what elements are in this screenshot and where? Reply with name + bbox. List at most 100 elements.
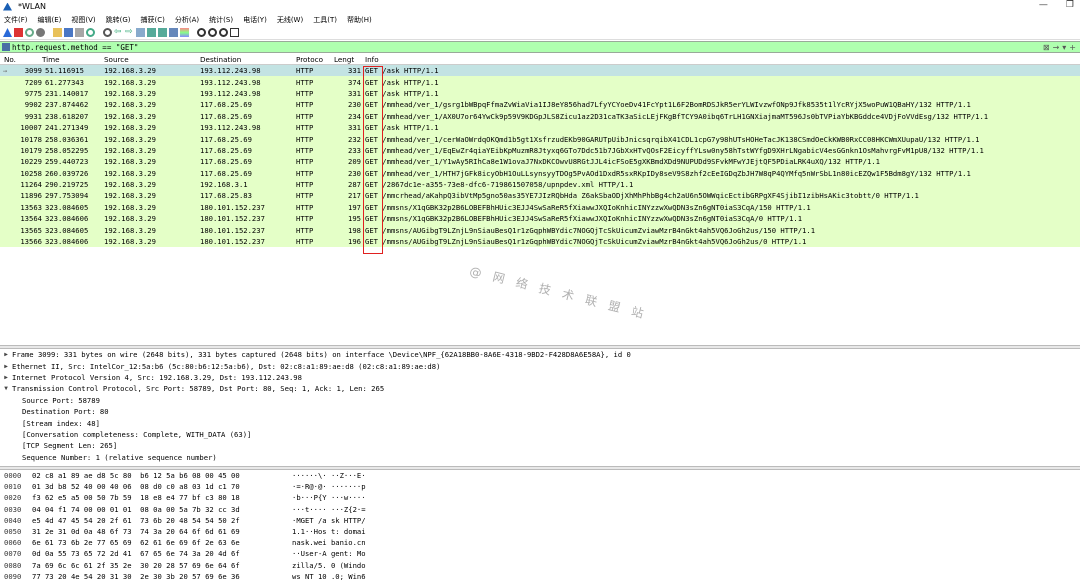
packet-row[interactable]: 10258 260.039726 192.168.3.29 117.68.25.69 H… xyxy=(0,167,1080,179)
detail-row[interactable]: [Conversation completeness: Complete, WI… xyxy=(0,429,1080,440)
hex-row[interactable]: 0040 e5 4d 47 45 54 20 2f 61 73 6b 20 48 … xyxy=(0,515,1080,526)
menu-item[interactable]: 工具(T) xyxy=(313,15,337,25)
detail-row[interactable]: ▶ Ethernet II, Src: IntelCor_12:5a:b6 (5c… xyxy=(0,360,1080,371)
packet-length: 232 xyxy=(348,134,361,144)
hex-bytes: 02 c8 a1 89 ae d8 5c 80 b6 12 5a b6 08 0… xyxy=(32,471,240,481)
add-filter-button-icon[interactable]: + xyxy=(1069,43,1076,52)
last-packet-icon[interactable] xyxy=(158,28,167,37)
hex-ascii: ···t···· ···Z{2·= xyxy=(292,504,366,514)
packet-info: GET /mmhead/ver_1/Y1wAy5RIhCa8e1W1ovaJ7N… xyxy=(365,157,880,167)
packet-row[interactable]: 10229 259.440723 192.168.3.29 117.68.25.69 H… xyxy=(0,156,1080,168)
collapsed-arrow-icon[interactable]: ▶ xyxy=(0,374,12,381)
packet-row[interactable]: 13564 323.084606 192.168.3.29 180.101.152.2… xyxy=(0,213,1080,225)
detail-row[interactable]: ▶ Internet Protocol Version 4, Src: 192.1… xyxy=(0,372,1080,383)
zoom-reset-icon[interactable] xyxy=(219,28,228,37)
start-capture-icon[interactable] xyxy=(3,28,12,37)
hex-row[interactable]: 0000 02 c8 a1 89 ae d8 5c 80 b6 12 5a b6 … xyxy=(0,470,1080,481)
go-back-icon[interactable]: ⇦ xyxy=(114,28,123,37)
hex-ascii: ······\· ··Z···E· xyxy=(292,471,366,481)
packet-row[interactable]: 11264 290.219725 192.168.3.29 192.168.3.1 HT… xyxy=(0,178,1080,191)
packet-row[interactable]: 10178 258.036361 192.168.3.29 117.68.25.69 H… xyxy=(0,133,1080,145)
autoscroll-icon[interactable] xyxy=(169,28,178,37)
open-file-icon[interactable] xyxy=(53,28,62,37)
apply-filter-icon[interactable]: → xyxy=(1053,43,1060,52)
menu-item[interactable]: 文件(F) xyxy=(4,15,28,25)
menu-item[interactable]: 统计(S) xyxy=(209,15,233,25)
packet-time: 231.140017 xyxy=(45,88,89,98)
column-header-protocol[interactable]: Protoco xyxy=(296,55,334,64)
hex-row[interactable]: 0020 f3 62 e5 a5 00 50 7b 59 18 e8 e4 77 … xyxy=(0,492,1080,503)
menu-item[interactable]: 帮助(H) xyxy=(347,15,372,25)
packet-row[interactable]: 9775 231.140017 192.168.3.29 193.112.243.98… xyxy=(0,87,1080,100)
packet-row[interactable]: 10007 241.271349 192.168.3.29 193.112.243.9… xyxy=(0,121,1080,134)
menu-item[interactable]: 无线(W) xyxy=(277,15,303,25)
packet-row[interactable]: 7209 61.277343 192.168.3.29 193.112.243.98 H… xyxy=(0,76,1080,88)
packet-time: 258.036361 xyxy=(45,134,89,144)
column-header-source[interactable]: Source xyxy=(104,55,200,64)
title-bar: *WLAN — ❐ xyxy=(0,0,1080,13)
column-header-no[interactable]: No. xyxy=(0,55,42,64)
close-file-icon[interactable] xyxy=(75,28,84,37)
colorize-icon[interactable] xyxy=(180,28,189,37)
restore-icon[interactable]: ❐ xyxy=(1066,0,1074,10)
zoom-in-icon[interactable] xyxy=(197,28,206,37)
packet-row[interactable]: 10179 258.052295 192.168.3.29 117.68.25.69 H… xyxy=(0,144,1080,157)
column-header-length[interactable]: Lengt xyxy=(334,55,362,64)
hex-row[interactable]: 0010 01 3d b8 52 40 00 40 06 08 d0 c0 a8 … xyxy=(0,481,1080,492)
detail-row[interactable]: Sequence Number: 1 (relative sequence nu… xyxy=(0,452,1080,463)
find-packet-icon[interactable] xyxy=(103,28,112,37)
menu-item[interactable]: 捕获(C) xyxy=(141,15,165,25)
capture-options-icon[interactable] xyxy=(36,28,45,37)
packet-row[interactable]: 9902 237.874462 192.168.3.29 117.68.25.69 HT… xyxy=(0,99,1080,111)
packet-protocol: HTTP xyxy=(296,168,314,178)
first-packet-icon[interactable] xyxy=(147,28,156,37)
menu-item[interactable]: 视图(V) xyxy=(71,15,95,25)
packet-row[interactable]: 13563 323.084605 192.168.3.29 180.101.152.2… xyxy=(0,201,1080,214)
collapsed-arrow-icon[interactable]: ▶ xyxy=(0,363,12,370)
packet-row[interactable]: 13565 323.084605 192.168.3.29 180.101.152.2… xyxy=(0,224,1080,236)
detail-row[interactable]: ▼ Transmission Control Protocol, Src Port… xyxy=(0,383,1080,394)
stop-capture-icon[interactable] xyxy=(14,28,23,37)
go-forward-icon[interactable]: ⇨ xyxy=(125,28,134,37)
display-filter-input[interactable]: http.request.method == "GET" xyxy=(12,43,1043,52)
column-header-info[interactable]: Info xyxy=(362,55,1080,64)
go-to-packet-icon[interactable] xyxy=(136,28,145,37)
hex-bytes: 6e 61 73 6b 2e 77 65 69 62 61 6e 69 6f 2… xyxy=(32,538,240,548)
minimize-icon[interactable]: — xyxy=(1039,0,1048,10)
zoom-out-icon[interactable] xyxy=(208,28,217,37)
packet-length: 198 xyxy=(348,225,361,235)
packet-row[interactable]: 11896 297.753094 192.168.3.29 117.68.25.83 H… xyxy=(0,190,1080,202)
menu-item[interactable]: 编辑(E) xyxy=(38,15,62,25)
detail-row[interactable]: Source Port: 58789 xyxy=(0,395,1080,406)
packet-time: 297.753094 xyxy=(45,191,89,201)
filter-bookmark-icon[interactable] xyxy=(2,43,10,51)
hex-row[interactable]: 0070 0d 0a 55 73 65 72 2d 41 67 65 6e 74 … xyxy=(0,548,1080,559)
packet-row[interactable]: 13566 323.084606 192.168.3.29 180.101.152.2… xyxy=(0,235,1080,248)
expanded-arrow-icon[interactable]: ▼ xyxy=(0,385,12,392)
column-header-time[interactable]: Time xyxy=(42,55,104,64)
detail-row[interactable]: Destination Port: 80 xyxy=(0,406,1080,417)
restart-capture-icon[interactable] xyxy=(25,28,34,37)
hex-row[interactable]: 0030 04 04 f1 74 00 00 01 01 08 0a 00 5a … xyxy=(0,504,1080,515)
detail-row[interactable]: [TCP Segment Len: 265] xyxy=(0,440,1080,451)
resize-columns-icon[interactable] xyxy=(230,28,239,37)
hex-row[interactable]: 0050 31 2e 31 0d 0a 48 6f 73 74 3a 20 64 … xyxy=(0,526,1080,537)
detail-row[interactable]: ▶ Frame 3099: 331 bytes on wire (2648 bit… xyxy=(0,349,1080,360)
reload-file-icon[interactable] xyxy=(86,28,95,37)
packet-row[interactable]: → 3099 51.116915 192.168.3.29 193.112.243.98… xyxy=(0,65,1080,77)
packet-length: 196 xyxy=(348,237,361,247)
detail-row[interactable]: [Stream index: 48] xyxy=(0,417,1080,428)
hex-row[interactable]: 0060 6e 61 73 6b 2e 77 65 69 62 61 6e 69 … xyxy=(0,537,1080,548)
packet-info: GET /mmhead/ver_1/AX0U7or64YwCk9p59V9KDG… xyxy=(365,111,989,121)
menu-item[interactable]: 分析(A) xyxy=(175,15,199,25)
save-file-icon[interactable] xyxy=(64,28,73,37)
filter-dropdown-icon[interactable]: ▾ xyxy=(1062,43,1066,52)
menu-item[interactable]: 跳转(G) xyxy=(106,15,131,25)
hex-row[interactable]: 0080 7a 69 6c 6c 61 2f 35 2e 30 20 28 57 … xyxy=(0,560,1080,571)
menu-item[interactable]: 电话(Y) xyxy=(243,15,267,25)
column-header-destination[interactable]: Destination xyxy=(200,55,296,64)
clear-filter-icon[interactable]: ⊠ xyxy=(1043,43,1050,52)
packet-row[interactable]: 9931 238.618207 192.168.3.29 117.68.25.69 HT… xyxy=(0,110,1080,122)
hex-row[interactable]: 0090 77 73 20 4e 54 20 31 30 2e 30 3b 20 … xyxy=(0,571,1080,580)
collapsed-arrow-icon[interactable]: ▶ xyxy=(0,351,12,358)
